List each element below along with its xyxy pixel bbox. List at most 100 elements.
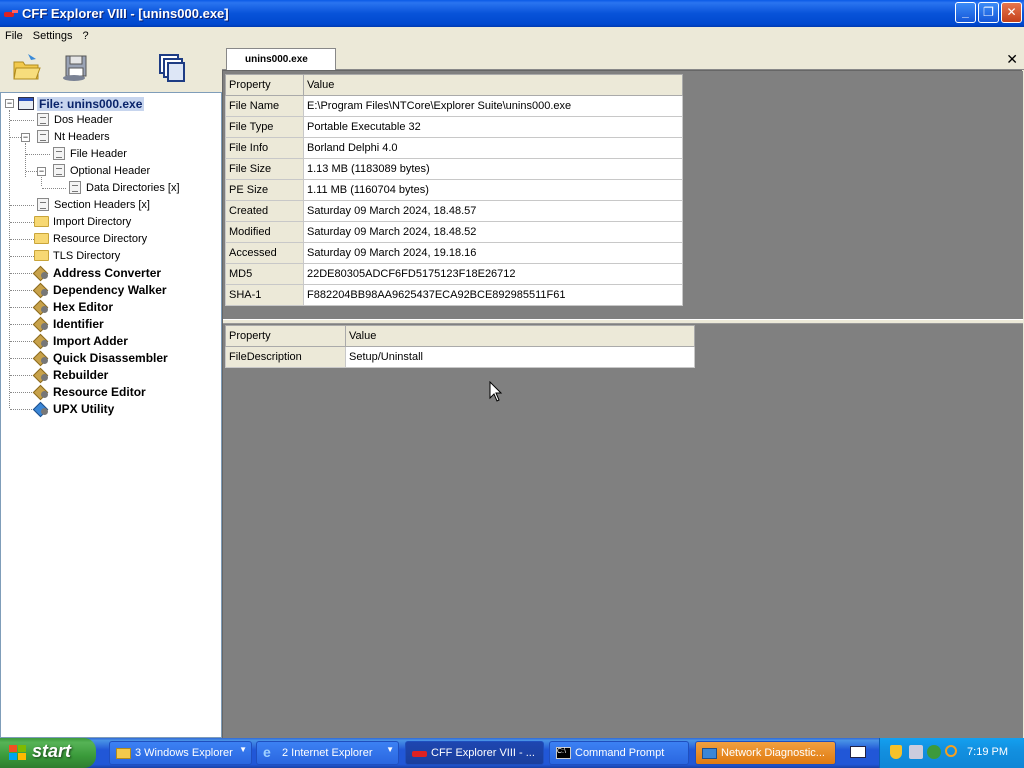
app-icon (4, 9, 18, 19)
property-cell: Modified (225, 221, 304, 243)
tree-item-address-converter[interactable]: Address Converter (34, 264, 161, 281)
save-file-button[interactable] (58, 50, 92, 84)
tree-item-resource-editor[interactable]: Resource Editor (34, 383, 146, 400)
cff-icon (412, 751, 427, 757)
menu-file[interactable]: File (0, 30, 28, 42)
column-header-value[interactable]: Value (345, 325, 695, 347)
table-row[interactable]: Accessed Saturday 09 March 2024, 19.18.16 (225, 242, 683, 264)
value-cell[interactable]: Borland Delphi 4.0 (303, 137, 683, 159)
close-button[interactable]: ✕ (1001, 2, 1022, 23)
start-button[interactable]: start (0, 738, 96, 768)
system-tray: 7:19 PM (879, 738, 1024, 768)
cmd-icon: C:\ (556, 747, 571, 759)
tool-wrench-icon (34, 300, 49, 314)
folder-icon (116, 748, 131, 759)
task-cff-explorer[interactable]: CFF Explorer VIII - ... (405, 741, 544, 765)
tree-item-import-directory[interactable]: Import Directory (34, 213, 131, 230)
task-internet-explorer[interactable]: e 2 Internet Explorer ▼ (256, 741, 399, 765)
tree-item-identifier[interactable]: Identifier (34, 315, 104, 332)
tree-item-file-header[interactable]: File Header (53, 145, 127, 162)
nt-headers-collapse-toggle[interactable]: − (21, 133, 30, 142)
table-row[interactable]: File Info Borland Delphi 4.0 (225, 137, 683, 159)
windows-button[interactable] (156, 51, 190, 85)
value-cell[interactable]: Saturday 09 March 2024, 18.48.57 (303, 200, 683, 222)
network-icon (702, 748, 717, 759)
folder-icon (34, 233, 49, 244)
tree-item-import-adder[interactable]: Import Adder (34, 332, 128, 349)
folder-icon (34, 216, 49, 227)
tab-unins000[interactable]: unins000.exe (226, 48, 336, 70)
table-row[interactable]: SHA-1 F882204BB98AA9625437ECA92BCE8929855… (225, 284, 683, 306)
property-cell: PE Size (225, 179, 304, 201)
table-row[interactable]: FileDescription Setup/Uninstall (225, 346, 695, 368)
value-cell[interactable]: Saturday 09 March 2024, 19.18.16 (303, 242, 683, 264)
tree-item-dos-header[interactable]: Dos Header (37, 111, 113, 128)
menu-help[interactable]: ? (77, 30, 93, 42)
table-row[interactable]: File Name E:\Program Files\NTCore\Explore… (225, 95, 683, 117)
open-file-button[interactable] (10, 50, 44, 84)
root-collapse-toggle[interactable]: − (5, 99, 14, 108)
task-windows-explorer[interactable]: 3 Windows Explorer ▼ (109, 741, 252, 765)
file-properties-table: Property Value File Name E:\Program Files… (225, 74, 683, 306)
close-tab-button[interactable]: ✕ (1006, 51, 1018, 68)
property-cell: SHA-1 (225, 284, 304, 306)
table-row[interactable]: File Type Portable Executable 32 (225, 116, 683, 138)
minimize-button[interactable]: _ (955, 2, 976, 23)
tree-item-hex-editor[interactable]: Hex Editor (34, 298, 113, 315)
tree-item-dependency-walker[interactable]: Dependency Walker (34, 281, 167, 298)
value-cell[interactable]: 22DE80305ADCF6FD5175123F18E26712 (303, 263, 683, 285)
table-row[interactable]: File Size 1.13 MB (1183089 bytes) (225, 158, 683, 180)
title-bar[interactable]: CFF Explorer VIII - [unins000.exe] _ ❐ ✕ (0, 0, 1024, 27)
value-cell[interactable]: F882204BB98AA9625437ECA92BCE892985511F61 (303, 284, 683, 306)
column-header-property[interactable]: Property (225, 74, 304, 96)
version-info-pane: Property Value FileDescription Setup/Uni… (223, 324, 1023, 739)
value-cell[interactable]: Saturday 09 March 2024, 18.48.52 (303, 221, 683, 243)
table-row[interactable]: PE Size 1.11 MB (1160704 bytes) (225, 179, 683, 201)
network-tray-icon[interactable] (909, 745, 923, 759)
value-cell[interactable]: E:\Program Files\NTCore\Explorer Suite\u… (303, 95, 683, 117)
task-command-prompt[interactable]: C:\ Command Prompt (549, 741, 689, 765)
tree-item-section-headers[interactable]: Section Headers [x] (37, 196, 150, 213)
value-cell[interactable]: 1.13 MB (1183089 bytes) (303, 158, 683, 180)
tree-root-file[interactable]: File: unins000.exe (18, 95, 145, 112)
tree-item-optional-header[interactable]: Optional Header (53, 162, 150, 179)
column-header-value[interactable]: Value (303, 74, 683, 96)
table-row[interactable]: Modified Saturday 09 March 2024, 18.48.52 (225, 221, 683, 243)
tree-item-resource-directory[interactable]: Resource Directory (34, 230, 147, 247)
keyboard-icon[interactable] (850, 746, 866, 758)
windows-cascade-icon (159, 54, 185, 82)
tree-item-upx-utility[interactable]: UPX Utility (34, 400, 114, 417)
tree-item-rebuilder[interactable]: Rebuilder (34, 366, 108, 383)
search-icon[interactable] (945, 745, 957, 757)
security-tray-icon[interactable] (927, 745, 941, 759)
tool-wrench-icon (34, 402, 49, 416)
exe-file-icon (18, 97, 34, 110)
header-doc-icon (53, 164, 65, 177)
file-info-pane: Property Value File Name E:\Program Files… (223, 71, 1023, 319)
property-cell: Created (225, 200, 304, 222)
structure-tree: − File: unins000.exe Dos Header − Nt Hea… (0, 92, 222, 738)
optional-header-collapse-toggle[interactable]: − (37, 167, 46, 176)
property-cell: File Info (225, 137, 304, 159)
menu-settings[interactable]: Settings (28, 30, 78, 42)
tree-item-data-directories[interactable]: Data Directories [x] (69, 179, 180, 196)
property-cell: Accessed (225, 242, 304, 264)
tree-item-tls-directory[interactable]: TLS Directory (34, 247, 120, 264)
tool-wrench-icon (34, 334, 49, 348)
value-cell[interactable]: 1.11 MB (1160704 bytes) (303, 179, 683, 201)
tree-item-quick-disassembler[interactable]: Quick Disassembler (34, 349, 168, 366)
clock[interactable]: 7:19 PM (967, 746, 1008, 758)
value-cell[interactable]: Setup/Uninstall (345, 346, 695, 368)
task-network-diagnostic[interactable]: Network Diagnostic... (695, 741, 836, 765)
shield-icon[interactable] (890, 745, 902, 759)
table-row[interactable]: Created Saturday 09 March 2024, 18.48.57 (225, 200, 683, 222)
tool-wrench-icon (34, 385, 49, 399)
tool-wrench-icon (34, 317, 49, 331)
maximize-button[interactable]: ❐ (978, 2, 999, 23)
table-row[interactable]: MD5 22DE80305ADCF6FD5175123F18E26712 (225, 263, 683, 285)
value-cell[interactable]: Portable Executable 32 (303, 116, 683, 138)
property-cell: FileDescription (225, 346, 346, 368)
tree-item-nt-headers[interactable]: Nt Headers (37, 128, 110, 145)
column-header-property[interactable]: Property (225, 325, 346, 347)
tool-wrench-icon (34, 368, 49, 382)
